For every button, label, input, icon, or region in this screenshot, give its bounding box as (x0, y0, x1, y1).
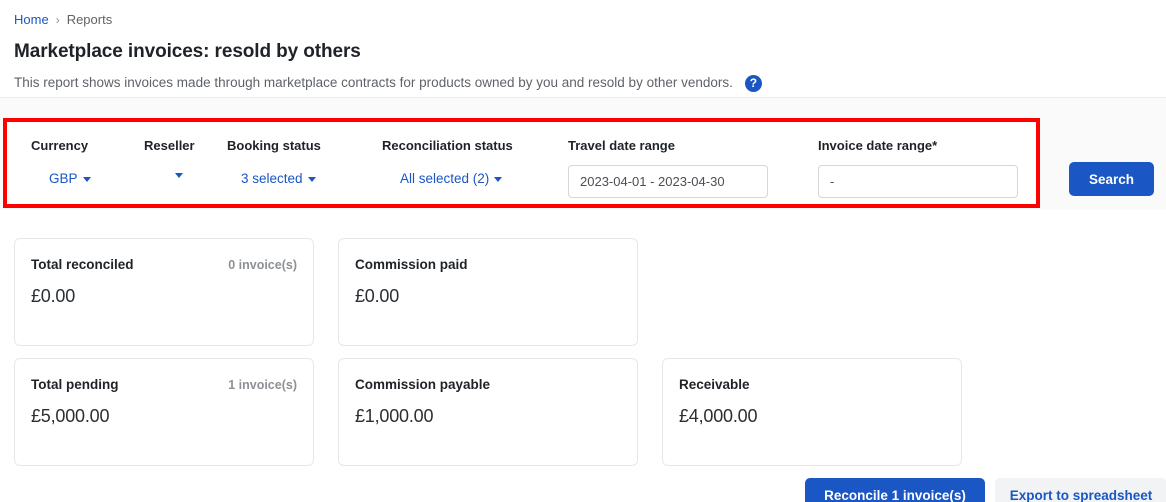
page-subtitle: This report shows invoices made through … (14, 75, 733, 90)
summary-card-count: 0 invoice(s) (228, 258, 297, 272)
filter-currency-value: GBP (49, 171, 78, 186)
summary-card-title: Commission payable (355, 377, 491, 392)
filter-reseller-label: Reseller (144, 138, 195, 153)
filter-bar-highlight-box: Currency GBP Reseller Booking status 3 s… (3, 118, 1040, 208)
summary-cards-row-2: Total pending 1 invoice(s) £5,000.00 Com… (14, 358, 1164, 466)
filter-booking-status-dropdown[interactable]: 3 selected (227, 171, 382, 186)
action-buttons: Reconcile 1 invoice(s) Export to spreads… (805, 478, 1166, 502)
chevron-down-icon (307, 177, 316, 182)
summary-card-commission-paid: Commission paid £0.00 (338, 238, 638, 346)
search-button[interactable]: Search (1069, 162, 1154, 196)
breadcrumb-home-link[interactable]: Home (14, 12, 49, 28)
breadcrumb-current: Reports (66, 12, 113, 27)
page-title: Marketplace invoices: resold by others (14, 41, 361, 62)
summary-card-amount: £4,000.00 (679, 406, 758, 426)
chevron-down-icon (82, 177, 91, 182)
invoice-date-range-input[interactable] (818, 165, 1018, 198)
page-header: Home › Reports Marketplace invoices: res… (0, 0, 1166, 92)
summary-card-count: 1 invoice(s) (228, 378, 297, 392)
filter-reseller: Reseller (144, 138, 227, 178)
filter-booking-status-value: 3 selected (241, 171, 303, 186)
summary-card-commission-payable: Commission payable £1,000.00 (338, 358, 638, 466)
filter-reconciliation-status-dropdown[interactable]: All selected (2) (382, 171, 568, 186)
summary-cards: Total reconciled 0 invoice(s) £0.00 Comm… (14, 238, 1164, 466)
export-to-spreadsheet-button[interactable]: Export to spreadsheet (995, 478, 1166, 502)
summary-card-total-reconciled: Total reconciled 0 invoice(s) £0.00 (14, 238, 314, 346)
summary-card-amount: £5,000.00 (31, 406, 110, 426)
summary-cards-row-1: Total reconciled 0 invoice(s) £0.00 Comm… (14, 238, 1164, 346)
summary-card-amount: £0.00 (355, 286, 400, 306)
filter-bar: Currency GBP Reseller Booking status 3 s… (0, 110, 1166, 210)
reconcile-invoices-button[interactable]: Reconcile 1 invoice(s) (805, 478, 985, 502)
summary-card-title: Commission paid (355, 257, 468, 272)
filter-currency: Currency GBP (31, 138, 144, 186)
filter-booking-status: Booking status 3 selected (227, 138, 382, 186)
report-page: Home › Reports Marketplace invoices: res… (0, 0, 1166, 502)
chevron-down-icon (494, 177, 503, 182)
filter-invoice-date-range: Invoice date range* (818, 138, 1028, 198)
summary-card-total-pending: Total pending 1 invoice(s) £5,000.00 (14, 358, 314, 466)
help-question-icon[interactable]: ? (744, 74, 762, 92)
summary-card-placeholder (662, 238, 962, 346)
filter-currency-dropdown[interactable]: GBP (31, 171, 144, 186)
summary-card-amount: £1,000.00 (355, 406, 434, 426)
summary-card-title: Total reconciled (31, 257, 134, 272)
filter-reconciliation-status-value: All selected (2) (400, 171, 490, 186)
filter-reconciliation-status: Reconciliation status All selected (2) (382, 138, 568, 186)
page-subtitle-row: This report shows invoices made through … (14, 74, 1152, 92)
breadcrumb: Home › Reports (14, 10, 1152, 28)
filter-invoice-date-range-label: Invoice date range* (818, 138, 938, 153)
filter-travel-date-range-label: Travel date range (568, 138, 675, 153)
summary-card-title: Total pending (31, 377, 119, 392)
breadcrumb-separator-icon: › (55, 13, 60, 27)
filter-travel-date-range: Travel date range (568, 138, 818, 198)
summary-card-title: Receivable (679, 377, 750, 392)
chevron-down-icon (175, 173, 183, 178)
summary-card-receivable: Receivable £4,000.00 (662, 358, 962, 466)
filter-currency-label: Currency (31, 138, 89, 153)
filter-booking-status-label: Booking status (227, 138, 321, 153)
filter-reseller-dropdown[interactable] (144, 171, 227, 178)
travel-date-range-input[interactable] (568, 165, 768, 198)
summary-card-amount: £0.00 (31, 286, 76, 306)
filter-reconciliation-status-label: Reconciliation status (382, 138, 513, 153)
